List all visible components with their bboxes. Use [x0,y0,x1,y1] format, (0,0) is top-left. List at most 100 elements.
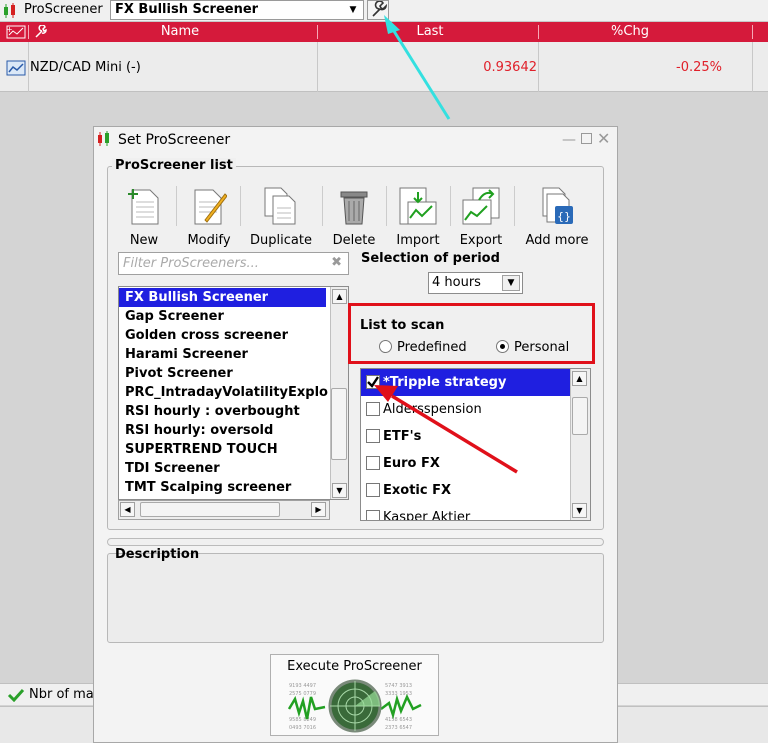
scroll-down-icon[interactable]: ▼ [332,483,347,498]
column-name[interactable]: Name [120,24,240,39]
description-group [107,553,604,643]
scroll-right-icon[interactable]: ▶ [311,502,326,517]
export-label: Export [459,233,503,248]
annotation-highlight-box [348,303,595,364]
list-item[interactable]: Harami Screener [119,345,348,364]
new-button[interactable]: New [120,186,168,248]
screener-select[interactable]: FX Bullish Screener ▼ [110,0,364,20]
description-label: Description [115,547,200,562]
list-item[interactable]: TMT Scalping screener [119,478,348,497]
duplicate-button[interactable]: Duplicate [248,186,314,248]
svg-text:0493 7016: 0493 7016 [289,725,316,731]
toolbar-divider [450,186,451,226]
period-select[interactable]: 4 hours ▼ [428,272,523,294]
dialog-title: Set ProScreener [118,132,231,148]
hscroll-thumb[interactable] [140,502,280,517]
period-value: 4 hours [432,275,481,290]
execute-button[interactable]: Execute ProScreener 9193 4497 2575 0779 … [270,654,439,736]
list-item[interactable]: Exotic FX [361,477,590,504]
scan-list[interactable]: *Tripple strategy Aldersspension ETF's E… [360,368,591,521]
delete-button[interactable]: Delete [330,186,378,248]
clear-icon[interactable]: ✖ [331,255,342,270]
duplicate-icon [264,187,296,225]
splitter[interactable] [107,538,604,546]
screener-select-value: FX Bullish Screener [115,2,259,17]
list-item[interactable]: TDI Screener [119,459,348,478]
checkbox-icon[interactable] [366,402,380,416]
list-item[interactable]: *Tripple strategy [361,369,570,396]
chevron-down-icon[interactable]: ▼ [345,2,361,18]
settings-wrench-button[interactable] [367,0,389,20]
toolbar-divider [386,186,387,226]
filter-placeholder: Filter ProScreeners... [123,256,259,271]
filter-input[interactable]: Filter ProScreeners... ✖ [118,252,349,275]
scrollbar-thumb[interactable] [572,397,588,435]
svg-text:+: + [6,25,13,34]
import-chart-icon [399,187,437,225]
svg-text:2373 6547: 2373 6547 [385,725,412,731]
column-chg[interactable]: %Chg [580,24,680,39]
list-item[interactable]: Pivot Screener [119,364,348,383]
toolbar-divider [240,186,241,226]
toolbar-divider [514,186,515,226]
column-last[interactable]: Last [380,24,480,39]
proscreener-logo-icon [98,131,109,146]
list-item[interactable]: ETF's [361,423,590,450]
row-name: NZD/CAD Mini (-) [30,60,141,75]
checkbox-icon[interactable] [366,483,380,497]
checkbox-icon[interactable] [366,510,380,520]
screener-list[interactable]: FX Bullish Screener Gap Screener Golden … [118,286,349,500]
scroll-up-icon[interactable]: ▲ [332,289,347,304]
svg-text:2575 0779: 2575 0779 [289,691,316,697]
scroll-down-icon[interactable]: ▼ [572,503,587,518]
scan-list-scrollbar[interactable] [570,369,590,520]
list-item[interactable]: SUPERTREND TOUCH [119,440,348,459]
close-icon[interactable]: ✕ [597,129,610,148]
toolbar-divider [176,186,177,226]
checkbox-icon[interactable] [366,429,380,443]
list-item[interactable]: FX Bullish Screener [119,288,326,307]
list-item[interactable]: Gap Screener [119,307,348,326]
list-item[interactable]: Kasper Aktier [361,504,590,520]
new-document-icon [128,189,159,225]
svg-text:5747 3913: 5747 3913 [385,683,412,689]
list-item[interactable]: Aldersspension [361,396,590,423]
scroll-left-icon[interactable]: ◀ [120,502,135,517]
minimize-icon[interactable]: — [562,132,576,148]
wrench-icon[interactable] [34,25,48,39]
svg-text:9193 4497: 9193 4497 [289,683,316,689]
proscreener-logo-icon [4,3,15,18]
maximize-icon[interactable] [581,133,592,144]
list-item-label: Exotic FX [383,483,452,498]
pencil-edit-icon [194,189,228,225]
checkbox-icon[interactable] [366,456,380,470]
svg-text:4158 6543: 4158 6543 [385,717,412,723]
list-item[interactable]: Golden cross screener [119,326,348,345]
modify-label: Modify [187,233,231,248]
export-button[interactable]: Export [457,186,505,248]
row-last: 0.93642 [483,60,537,75]
scrollbar-thumb[interactable] [331,388,347,460]
add-more-icon: {} [542,187,573,224]
modify-button[interactable]: Modify [184,186,234,248]
list-item[interactable]: Euro FX [361,450,590,477]
checkmark-icon [7,688,25,702]
chart-icon[interactable] [6,60,26,76]
list-item[interactable]: RSI hourly: oversold [119,421,348,440]
chevron-down-icon[interactable]: ▼ [502,275,520,291]
scroll-up-icon[interactable]: ▲ [572,371,587,386]
add-more-button[interactable]: {} Add more [522,186,592,248]
new-label: New [129,233,159,248]
delete-label: Delete [332,233,376,248]
list-item[interactable]: PRC_IntradayVolatilityExplo [119,383,348,402]
status-text: Nbr of mat [29,687,99,702]
import-button[interactable]: Import [394,186,442,248]
list-item[interactable]: RSI hourly : overbought [119,402,348,421]
period-label: Selection of period [361,251,500,266]
add-chart-icon[interactable]: + [5,25,27,39]
checkbox-checked-icon[interactable] [366,375,380,389]
toolbar-divider [322,186,323,226]
svg-text:9585 8249: 9585 8249 [289,717,316,723]
list-item-label: *Tripple strategy [383,375,507,390]
svg-text:{}: {} [557,210,571,223]
